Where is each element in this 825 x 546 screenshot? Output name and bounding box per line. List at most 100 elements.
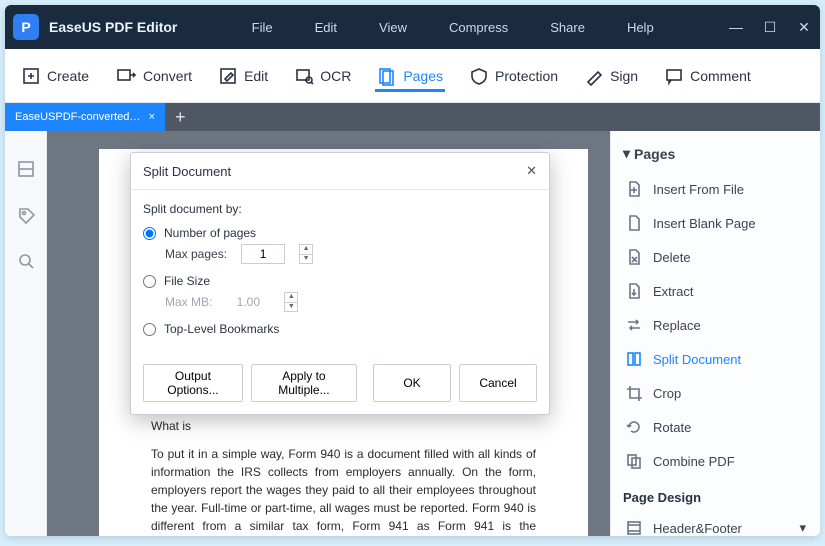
split-document-dialog: Split Document ✕ Split document by: Numb… (130, 152, 550, 415)
tabstrip: EaseUSPDF-converted-940… × + (5, 103, 820, 131)
toolbar-edit-label: Edit (244, 68, 268, 84)
sidebar-item-label: Crop (653, 386, 681, 401)
toolbar-edit[interactable]: Edit (216, 60, 270, 92)
toolbar-comment-label: Comment (690, 68, 751, 84)
pages-icon (377, 66, 397, 86)
titlebar: P EaseUS PDF Editor File Edit View Compr… (5, 5, 820, 49)
toolbar: Create Convert Edit OCR Pages Protection… (5, 49, 820, 103)
sidebar-item-label: Replace (653, 318, 701, 333)
tab-close-icon[interactable]: × (149, 111, 155, 123)
max-mb-label: Max MB: (165, 295, 212, 309)
shield-icon (469, 66, 489, 86)
sidebar-item-label: Delete (653, 250, 691, 265)
radio-file-size[interactable] (143, 275, 156, 288)
menu-help[interactable]: Help (627, 20, 654, 35)
pen-icon (584, 66, 604, 86)
window-close-icon[interactable]: ✕ (796, 19, 812, 36)
comment-icon (664, 66, 684, 86)
right-panel: ▾ Pages Insert From File Insert Blank Pa… (610, 131, 820, 536)
radio-number-of-pages[interactable] (143, 227, 156, 240)
dialog-close-button[interactable]: ✕ (526, 163, 537, 179)
insert-file-icon (625, 180, 643, 198)
sidebar-item-insert-blank[interactable]: Insert Blank Page (617, 206, 814, 240)
sidebar-item-split-document[interactable]: Split Document (617, 342, 814, 376)
toolbar-convert-label: Convert (143, 68, 192, 84)
split-icon (625, 350, 643, 368)
toolbar-pages-label: Pages (403, 68, 443, 84)
add-tab-button[interactable]: + (165, 108, 196, 126)
toolbar-protection[interactable]: Protection (467, 60, 560, 92)
sidebar-item-label: Extract (653, 284, 693, 299)
sidebar-item-delete[interactable]: Delete (617, 240, 814, 274)
right-panel-section-page-design: Page Design (617, 478, 814, 511)
sidebar-item-extract[interactable]: Extract (617, 274, 814, 308)
max-mb-stepper[interactable]: ▲▼ (284, 292, 298, 312)
sidebar-item-label: Insert Blank Page (653, 216, 756, 231)
menu-share[interactable]: Share (550, 20, 585, 35)
document-tab-label: EaseUSPDF-converted-940… (15, 111, 141, 123)
document-tab[interactable]: EaseUSPDF-converted-940… × (5, 103, 165, 131)
sidebar-item-label: Header&Footer (653, 521, 742, 536)
combine-icon (625, 452, 643, 470)
radio-label: Number of pages (164, 226, 256, 240)
sidebar-item-header-footer[interactable]: Header&Footer ▾ (617, 511, 814, 536)
sidebar-item-crop[interactable]: Crop (617, 376, 814, 410)
menu-compress[interactable]: Compress (449, 20, 508, 35)
doc-text: To put it in a simple way, Form 940 is a… (151, 445, 536, 536)
search-icon[interactable] (16, 251, 36, 271)
thumbnails-icon[interactable] (16, 159, 36, 179)
window-maximize-icon[interactable]: ☐ (762, 19, 778, 36)
sidebar-item-label: Insert From File (653, 182, 744, 197)
right-panel-title[interactable]: ▾ Pages (617, 141, 814, 172)
max-pages-input[interactable] (241, 244, 285, 264)
toolbar-ocr[interactable]: OCR (292, 60, 353, 92)
sidebar-item-label: Combine PDF (653, 454, 735, 469)
sidebar-item-rotate[interactable]: Rotate (617, 410, 814, 444)
delete-page-icon (625, 248, 643, 266)
plus-square-icon (21, 66, 41, 86)
max-pages-stepper[interactable]: ▲▼ (299, 244, 313, 264)
cancel-button[interactable]: Cancel (459, 364, 537, 402)
toolbar-sign-label: Sign (610, 68, 638, 84)
max-pages-label: Max pages: (165, 247, 227, 261)
edit-icon (218, 66, 238, 86)
sidebar-item-insert-from-file[interactable]: Insert From File (617, 172, 814, 206)
replace-icon (625, 316, 643, 334)
rotate-icon (625, 418, 643, 436)
toolbar-create-label: Create (47, 68, 89, 84)
window-minimize-icon[interactable]: — (728, 19, 744, 35)
header-footer-icon (625, 519, 643, 536)
output-options-button[interactable]: Output Options... (143, 364, 243, 402)
sidebar-item-replace[interactable]: Replace (617, 308, 814, 342)
crop-icon (625, 384, 643, 402)
app-title: EaseUS PDF Editor (49, 19, 177, 35)
toolbar-sign[interactable]: Sign (582, 60, 640, 92)
menu-edit[interactable]: Edit (315, 20, 337, 35)
chevron-down-icon: ▾ (799, 520, 806, 536)
toolbar-convert[interactable]: Convert (113, 60, 194, 92)
sidebar-item-label: Split Document (653, 352, 741, 367)
menu-view[interactable]: View (379, 20, 407, 35)
extract-icon (625, 282, 643, 300)
radio-label: Top-Level Bookmarks (164, 322, 279, 336)
doc-text: What is (151, 417, 536, 435)
chevron-down-icon: ▾ (623, 145, 630, 162)
sidebar-item-label: Rotate (653, 420, 691, 435)
toolbar-ocr-label: OCR (320, 68, 351, 84)
max-mb-value: 1.00 (226, 295, 270, 309)
radio-top-level-bookmarks[interactable] (143, 323, 156, 336)
toolbar-pages[interactable]: Pages (375, 60, 445, 92)
sidebar-item-combine[interactable]: Combine PDF (617, 444, 814, 478)
toolbar-protection-label: Protection (495, 68, 558, 84)
blank-page-icon (625, 214, 643, 232)
apply-to-multiple-button[interactable]: Apply to Multiple... (251, 364, 357, 402)
menu-file[interactable]: File (252, 20, 273, 35)
left-sidebar (5, 131, 47, 536)
toolbar-create[interactable]: Create (19, 60, 91, 92)
dialog-title: Split Document (143, 164, 231, 179)
ok-button[interactable]: OK (373, 364, 451, 402)
toolbar-comment[interactable]: Comment (662, 60, 753, 92)
tag-icon[interactable] (16, 205, 36, 225)
app-logo: P (13, 14, 39, 40)
ocr-icon (294, 66, 314, 86)
